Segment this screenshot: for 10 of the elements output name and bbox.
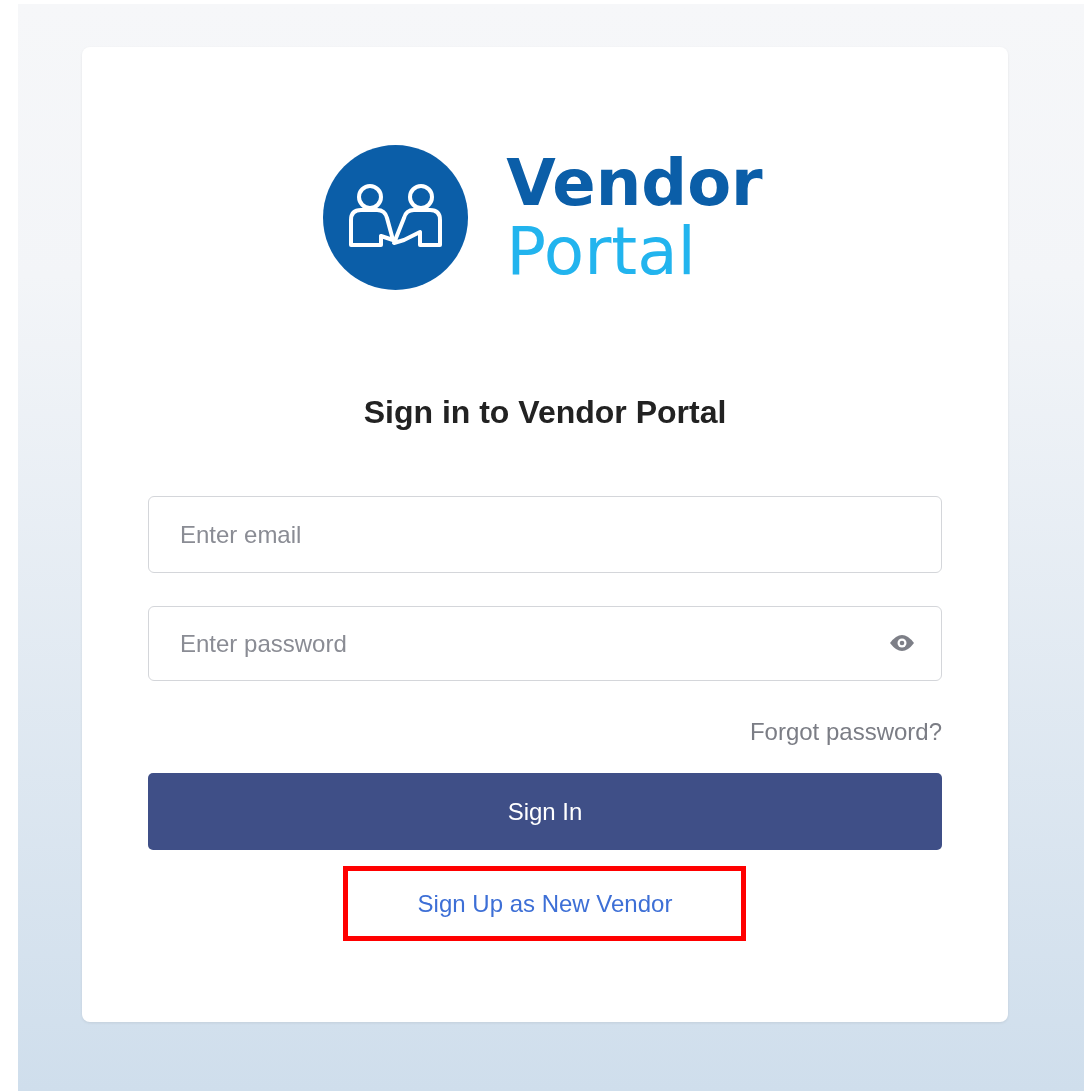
sign-in-button[interactable]: Sign In xyxy=(148,773,942,850)
forgot-password-link[interactable]: Forgot password? xyxy=(749,718,942,746)
logo-subtitle: Portal xyxy=(506,218,697,285)
sign-in-heading: Sign in to Vendor Portal xyxy=(362,394,728,431)
handshake-logo-icon xyxy=(323,145,469,290)
email-field[interactable]: Enter email xyxy=(148,496,942,573)
show-password-icon[interactable] xyxy=(890,635,914,651)
logo-title: Vendor xyxy=(506,150,763,215)
sign-up-link[interactable]: Sign Up as New Vendor xyxy=(417,890,673,917)
password-field[interactable]: Enter password xyxy=(148,606,942,681)
